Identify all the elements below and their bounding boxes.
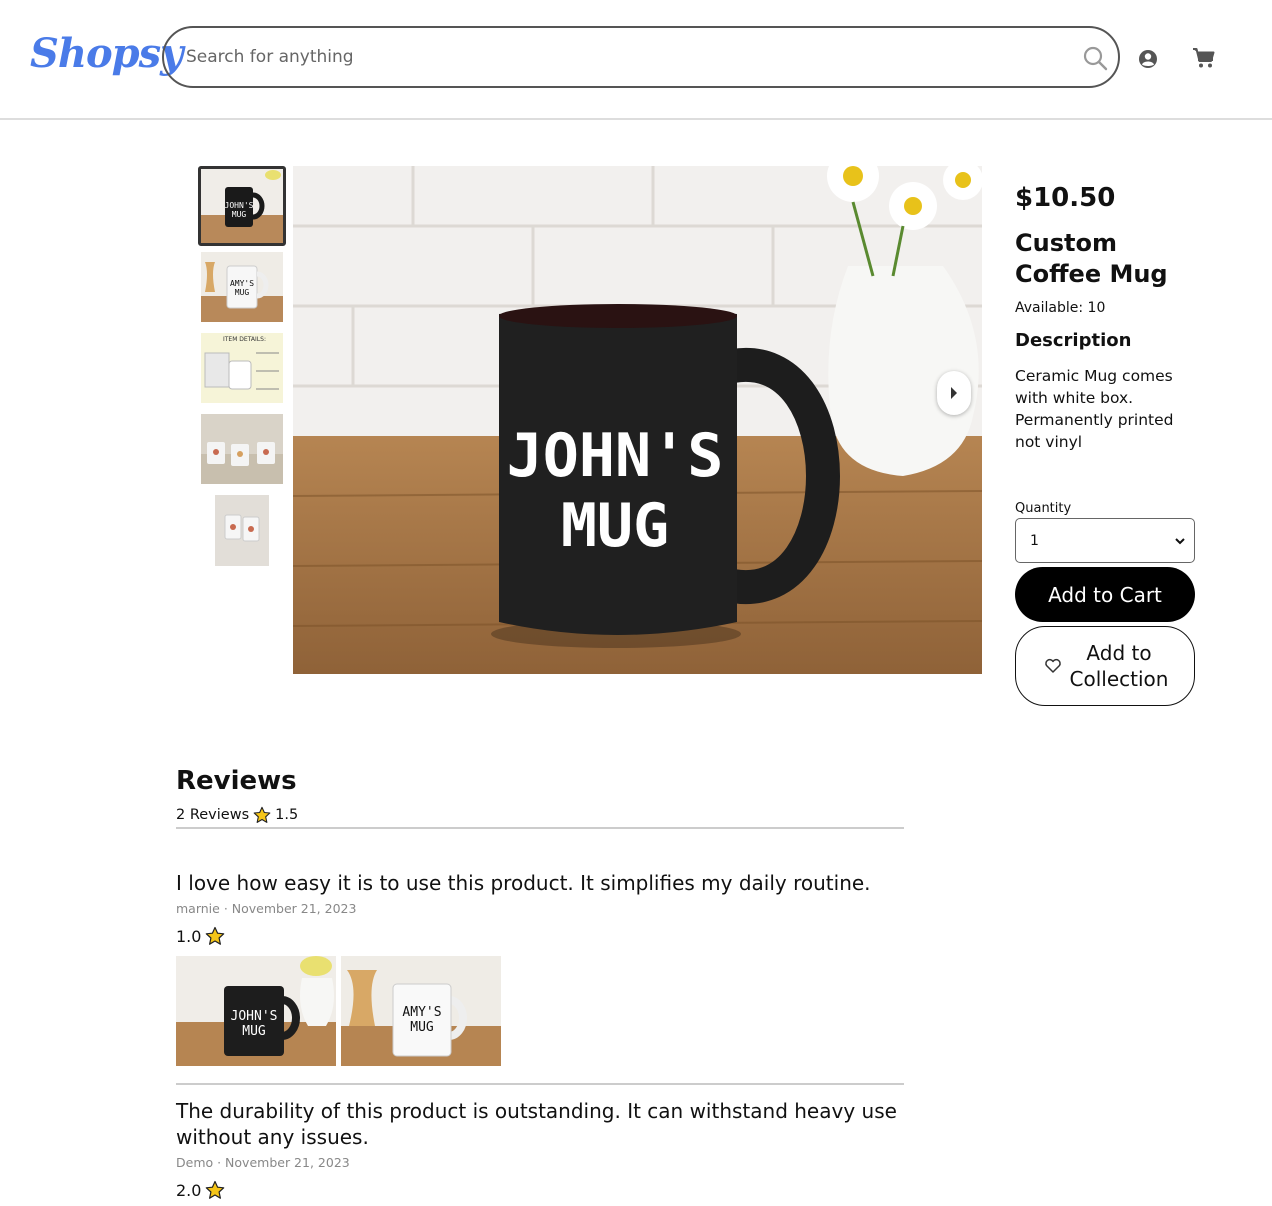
search-input[interactable] bbox=[186, 42, 1066, 72]
thumbnail-5[interactable] bbox=[215, 495, 269, 566]
quantity-select[interactable]: 1 bbox=[1015, 518, 1195, 563]
review-meta: Demo · November 21, 2023 bbox=[176, 1155, 350, 1170]
product-title: Custom Coffee Mug bbox=[1015, 229, 1168, 288]
quantity-label: Quantity bbox=[1015, 501, 1072, 516]
thumbnail-1[interactable]: JOHN'S MUG bbox=[198, 166, 286, 246]
next-image-button[interactable] bbox=[937, 371, 971, 415]
shopsy-logo[interactable]: Shopsy bbox=[30, 30, 183, 77]
review-image-2[interactable]: AMY'S MUG bbox=[341, 956, 501, 1066]
stock-available: Available: 10 bbox=[1015, 300, 1106, 316]
description-heading: Description bbox=[1015, 330, 1132, 351]
thumbnail-3[interactable]: ITEM DETAILS: bbox=[201, 333, 283, 403]
product-price: $10.50 bbox=[1015, 183, 1116, 213]
item-details-label: ITEM DETAILS: bbox=[223, 336, 266, 343]
search-icon[interactable] bbox=[1082, 45, 1108, 71]
review-rating-value: 2.0 bbox=[176, 1180, 202, 1200]
add-to-cart-button[interactable]: Add to Cart bbox=[1015, 567, 1195, 622]
product-main-image: JOHN'S MUG bbox=[293, 166, 982, 674]
thumbnail-2[interactable]: AMY'S MUG bbox=[201, 252, 283, 322]
thumb-mug-line2: MUG bbox=[232, 210, 247, 219]
site-header: Shopsy bbox=[0, 0, 1272, 120]
star-icon bbox=[206, 1180, 225, 1199]
review-meta: marnie · November 21, 2023 bbox=[176, 901, 357, 916]
reviews-heading: Reviews bbox=[176, 766, 297, 796]
add-to-collection-label: Add to Collection bbox=[1069, 641, 1169, 691]
quantity-value: 1 bbox=[1030, 532, 1039, 549]
reviews-summary: 2 Reviews 1.5 bbox=[176, 806, 298, 824]
chevron-down-icon bbox=[1175, 538, 1185, 545]
heart-icon bbox=[1045, 658, 1061, 673]
reviews-count: 2 Reviews bbox=[176, 807, 250, 823]
user-account-icon[interactable] bbox=[1137, 48, 1159, 70]
search-bar[interactable] bbox=[162, 26, 1120, 88]
review-img1-line2: MUG bbox=[242, 1024, 266, 1039]
review-rating-value: 1.0 bbox=[176, 926, 202, 946]
add-to-collection-button[interactable]: Add to Collection bbox=[1015, 626, 1195, 706]
mug-text-line1: JOHN'S bbox=[507, 421, 724, 491]
star-icon bbox=[253, 806, 271, 823]
shopping-cart-icon[interactable] bbox=[1192, 47, 1216, 69]
thumb-amy-line2: MUG bbox=[235, 288, 250, 297]
review-image-1[interactable]: JOHN'S MUG bbox=[176, 956, 336, 1066]
thumb-amy-line1: AMY'S bbox=[230, 279, 254, 288]
thumbnail-4[interactable] bbox=[201, 414, 283, 484]
review-img2-line2: MUG bbox=[410, 1020, 434, 1035]
mug-text-line2: MUG bbox=[561, 491, 669, 561]
chevron-right-icon bbox=[951, 387, 957, 399]
review-text: I love how easy it is to use this produc… bbox=[176, 871, 871, 895]
reviews-average: 1.5 bbox=[275, 807, 299, 823]
divider bbox=[176, 1083, 904, 1085]
divider bbox=[176, 827, 904, 829]
product-description: Ceramic Mug comes with white box. Perman… bbox=[1015, 367, 1174, 451]
star-icon bbox=[206, 926, 225, 945]
review-img2-line1: AMY'S bbox=[402, 1005, 441, 1020]
review-rating: 2.0 bbox=[176, 1180, 225, 1200]
review-rating: 1.0 bbox=[176, 926, 225, 946]
thumb-mug-line1: JOHN'S bbox=[225, 201, 254, 210]
review-text: The durability of this product is outsta… bbox=[176, 1099, 897, 1149]
review-img1-line1: JOHN'S bbox=[231, 1009, 278, 1024]
